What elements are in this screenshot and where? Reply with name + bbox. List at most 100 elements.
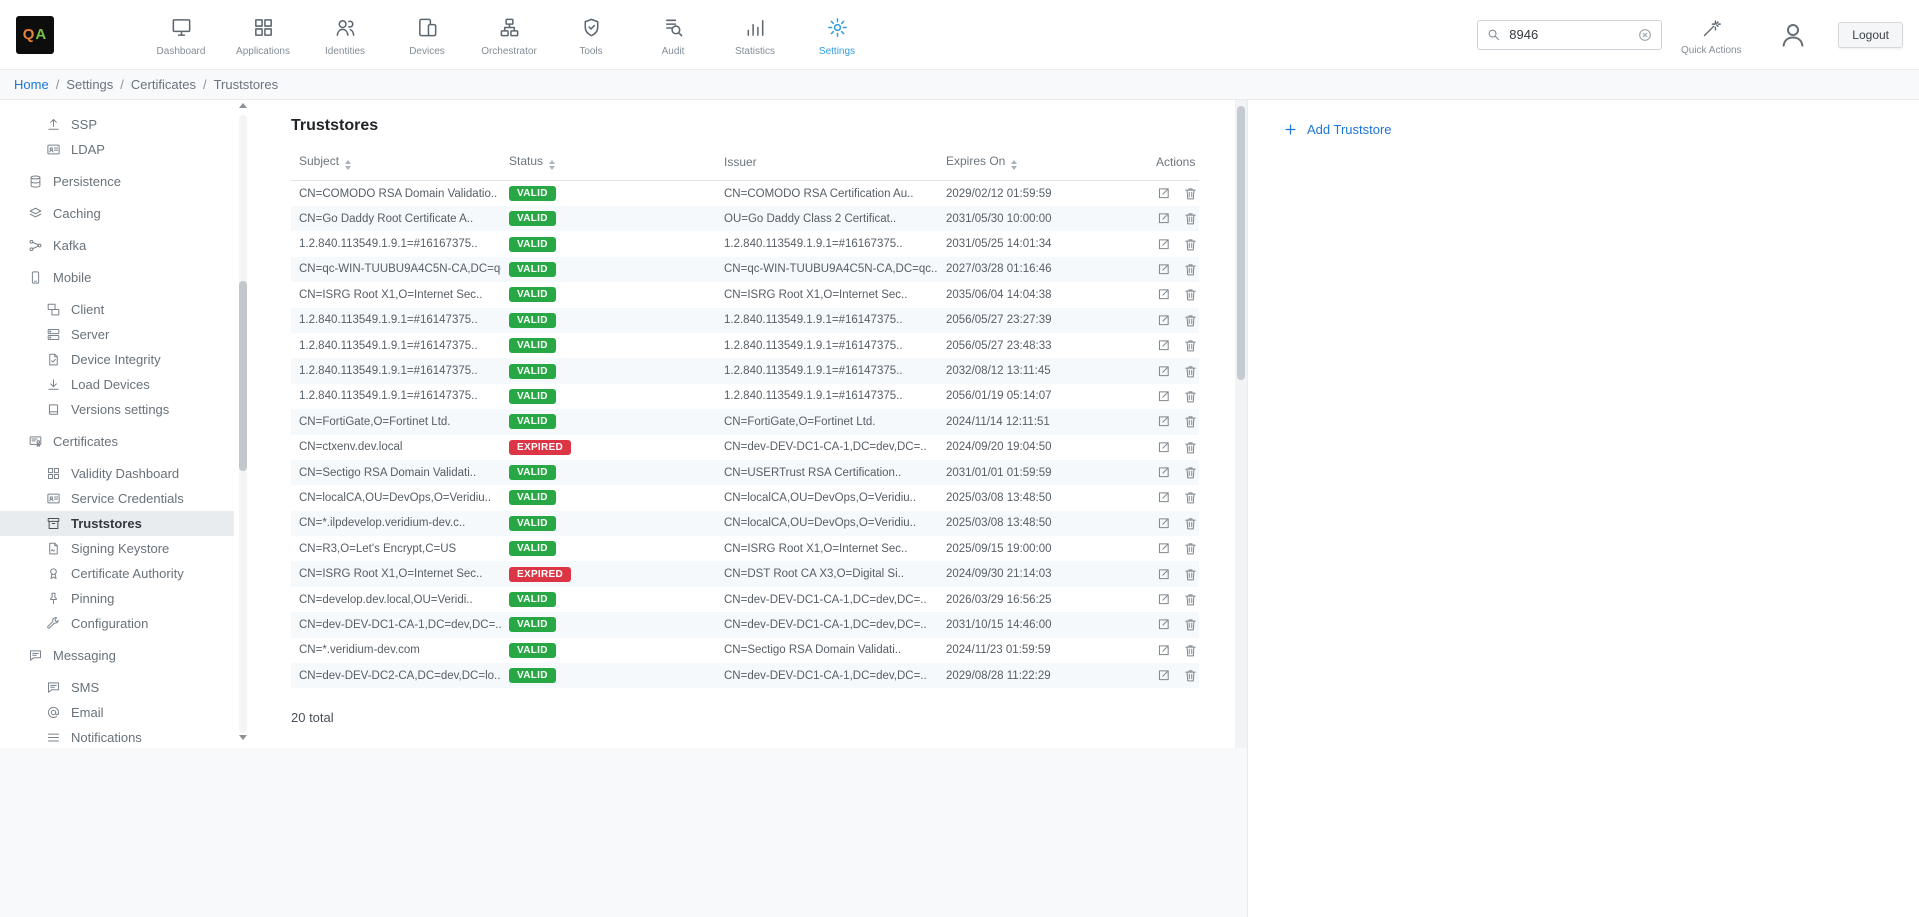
nav-item-settings[interactable]: Settings [796, 12, 878, 57]
sidebar-item-sms[interactable]: SMS [0, 675, 250, 700]
nav-item-statistics[interactable]: Statistics [714, 12, 796, 57]
view-truststore-button[interactable] [1156, 237, 1171, 252]
view-truststore-button[interactable] [1156, 414, 1171, 429]
truststore-row[interactable]: CN=ctxenv.dev.local EXPIRED CN=dev-DEV-D… [291, 435, 1199, 460]
sidebar-item-certificate-authority[interactable]: Certificate Authority [0, 561, 250, 586]
truststore-row[interactable]: CN=Sectigo RSA Domain Validati.. VALID C… [291, 460, 1199, 485]
sidebar-item-mobile[interactable]: Mobile [0, 265, 250, 290]
nav-item-tools[interactable]: Tools [550, 12, 632, 57]
sidebar-item-kafka[interactable]: Kafka [0, 233, 250, 258]
nav-item-dashboard[interactable]: Dashboard [140, 12, 222, 57]
truststore-row[interactable]: 1.2.840.113549.1.9.1=#16147375.. VALID 1… [291, 358, 1199, 383]
sidebar-item-email[interactable]: Email [0, 700, 250, 725]
sidebar-item-configuration[interactable]: Configuration [0, 611, 250, 636]
truststore-row[interactable]: CN=FortiGate,O=Fortinet Ltd. VALID CN=Fo… [291, 409, 1199, 434]
truststore-row[interactable]: CN=ISRG Root X1,O=Internet Sec.. VALID C… [291, 282, 1199, 307]
view-truststore-button[interactable] [1156, 617, 1171, 632]
column-header-status[interactable]: Status [501, 148, 716, 181]
delete-truststore-button[interactable] [1183, 414, 1198, 429]
delete-truststore-button[interactable] [1183, 338, 1198, 353]
add-truststore-button[interactable]: Add Truststore [1283, 122, 1392, 137]
view-truststore-button[interactable] [1156, 490, 1171, 505]
scrollbar-thumb[interactable] [239, 281, 247, 471]
sidebar-item-ssp[interactable]: SSP [0, 112, 250, 137]
view-truststore-button[interactable] [1156, 643, 1171, 658]
truststore-row[interactable]: 1.2.840.113549.1.9.1=#16147375.. VALID 1… [291, 308, 1199, 333]
delete-truststore-button[interactable] [1183, 186, 1198, 201]
truststore-row[interactable]: CN=localCA,OU=DevOps,O=Veridiu.. VALID C… [291, 485, 1199, 510]
sidebar-item-pinning[interactable]: Pinning [0, 586, 250, 611]
app-logo[interactable]: QA [16, 16, 54, 54]
delete-truststore-button[interactable] [1183, 490, 1198, 505]
column-header-issuer[interactable]: Issuer [716, 148, 938, 181]
sidebar-item-validity-dashboard[interactable]: Validity Dashboard [0, 461, 250, 486]
delete-truststore-button[interactable] [1183, 364, 1198, 379]
main-scrollbar[interactable] [1235, 100, 1247, 748]
sidebar-item-messaging[interactable]: Messaging [0, 643, 250, 668]
truststore-row[interactable]: CN=*.veridium-dev.com VALID CN=Sectigo R… [291, 638, 1199, 663]
delete-truststore-button[interactable] [1183, 440, 1198, 455]
scroll-down-arrow[interactable] [238, 735, 248, 745]
view-truststore-button[interactable] [1156, 364, 1171, 379]
delete-truststore-button[interactable] [1183, 465, 1198, 480]
view-truststore-button[interactable] [1156, 211, 1171, 226]
view-truststore-button[interactable] [1156, 313, 1171, 328]
truststore-row[interactable]: CN=ISRG Root X1,O=Internet Sec.. EXPIRED… [291, 561, 1199, 586]
scroll-up-arrow[interactable] [238, 103, 248, 113]
breadcrumb-item-truststores[interactable]: Truststores [214, 77, 279, 92]
view-truststore-button[interactable] [1156, 668, 1171, 683]
nav-item-identities[interactable]: Identities [304, 12, 386, 57]
column-header-expires-on[interactable]: Expires On [938, 148, 1148, 181]
delete-truststore-button[interactable] [1183, 516, 1198, 531]
sidebar-item-client[interactable]: Client [0, 297, 250, 322]
column-header-subject[interactable]: Subject [291, 148, 501, 181]
sidebar-item-truststores[interactable]: Truststores [0, 511, 234, 536]
view-truststore-button[interactable] [1156, 338, 1171, 353]
truststore-row[interactable]: CN=Go Daddy Root Certificate A.. VALID O… [291, 206, 1199, 231]
view-truststore-button[interactable] [1156, 567, 1171, 582]
delete-truststore-button[interactable] [1183, 389, 1198, 404]
view-truststore-button[interactable] [1156, 592, 1171, 607]
truststore-row[interactable]: 1.2.840.113549.1.9.1=#16167375.. VALID 1… [291, 231, 1199, 256]
delete-truststore-button[interactable] [1183, 313, 1198, 328]
view-truststore-button[interactable] [1156, 465, 1171, 480]
view-truststore-button[interactable] [1156, 541, 1171, 556]
nav-item-audit[interactable]: Audit [632, 12, 714, 57]
delete-truststore-button[interactable] [1183, 668, 1198, 683]
view-truststore-button[interactable] [1156, 186, 1171, 201]
user-avatar-button[interactable] [1778, 20, 1808, 50]
truststore-row[interactable]: 1.2.840.113549.1.9.1=#16147375.. VALID 1… [291, 384, 1199, 409]
truststore-row[interactable]: 1.2.840.113549.1.9.1=#16147375.. VALID 1… [291, 333, 1199, 358]
sidebar-item-signing-keystore[interactable]: Signing Keystore [0, 536, 250, 561]
delete-truststore-button[interactable] [1183, 592, 1198, 607]
truststore-row[interactable]: CN=R3,O=Let's Encrypt,C=US VALID CN=ISRG… [291, 536, 1199, 561]
sidebar-item-load-devices[interactable]: Load Devices [0, 372, 250, 397]
delete-truststore-button[interactable] [1183, 262, 1198, 277]
nav-item-devices[interactable]: Devices [386, 12, 468, 57]
sidebar-item-certificates[interactable]: Certificates [0, 429, 250, 454]
sidebar-item-notifications[interactable]: Notifications [0, 725, 250, 748]
truststore-row[interactable]: CN=dev-DEV-DC2-CA,DC=dev,DC=lo.. VALID C… [291, 663, 1199, 688]
sidebar-item-persistence[interactable]: Persistence [0, 169, 250, 194]
delete-truststore-button[interactable] [1183, 617, 1198, 632]
delete-truststore-button[interactable] [1183, 567, 1198, 582]
sidebar-item-caching[interactable]: Caching [0, 201, 250, 226]
view-truststore-button[interactable] [1156, 389, 1171, 404]
sidebar-item-versions-settings[interactable]: Versions settings [0, 397, 250, 422]
delete-truststore-button[interactable] [1183, 541, 1198, 556]
breadcrumb-item-certificates[interactable]: Certificates [131, 77, 196, 92]
sidebar-item-ldap[interactable]: LDAP [0, 137, 250, 162]
truststore-row[interactable]: CN=qc-WIN-TUUBU9A4C5N-CA,DC=qc.. VALID C… [291, 257, 1199, 282]
sidebar-item-device-integrity[interactable]: Device Integrity [0, 347, 250, 372]
nav-item-orchestrator[interactable]: Orchestrator [468, 12, 550, 57]
quick-actions-button[interactable]: Quick Actions [1676, 14, 1746, 56]
view-truststore-button[interactable] [1156, 516, 1171, 531]
delete-truststore-button[interactable] [1183, 211, 1198, 226]
view-truststore-button[interactable] [1156, 287, 1171, 302]
breadcrumb-item-settings[interactable]: Settings [66, 77, 113, 92]
scrollbar-thumb[interactable] [1237, 106, 1245, 380]
view-truststore-button[interactable] [1156, 440, 1171, 455]
clear-search-button[interactable] [1637, 27, 1653, 43]
delete-truststore-button[interactable] [1183, 643, 1198, 658]
nav-item-applications[interactable]: Applications [222, 12, 304, 57]
